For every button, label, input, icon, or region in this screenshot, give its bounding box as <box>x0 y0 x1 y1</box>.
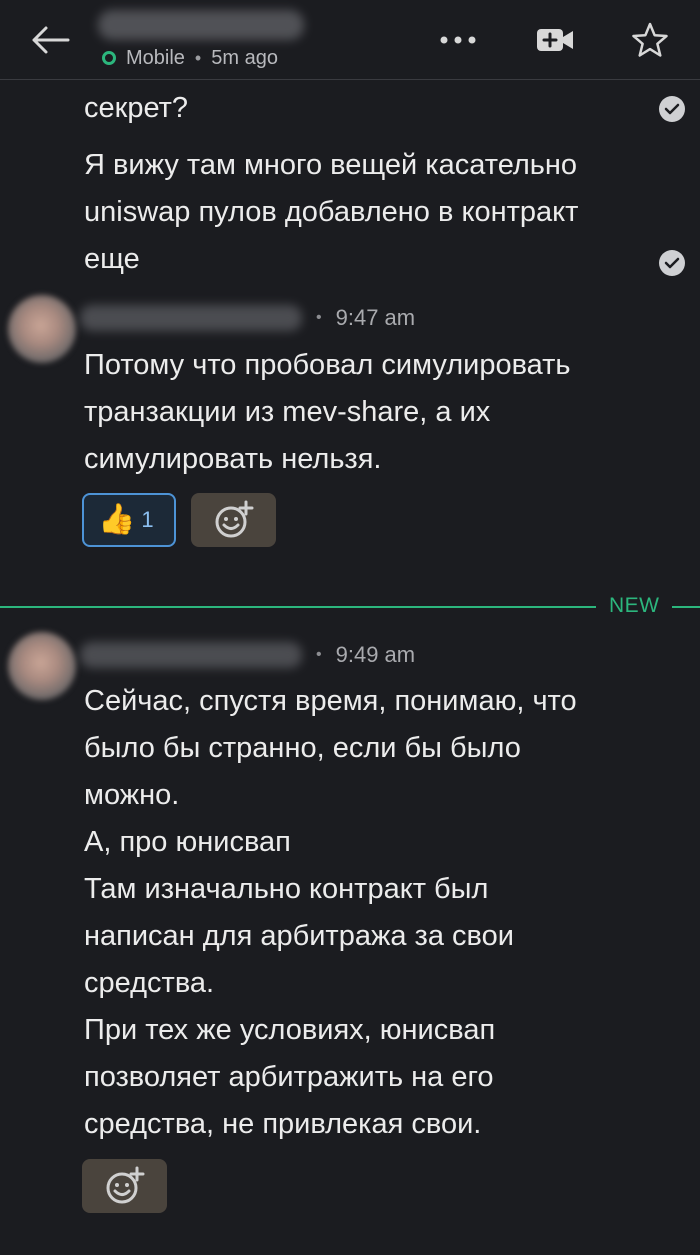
back-button[interactable] <box>28 20 72 60</box>
message-text: секрет? <box>84 92 189 124</box>
message-text-block: Потому что пробовал симулировать транзак… <box>84 342 571 483</box>
online-status-icon <box>102 51 116 65</box>
separator-dot: • <box>194 47 202 68</box>
back-arrow-icon <box>32 26 70 54</box>
message-line: А, про юнисвап <box>84 826 291 858</box>
message-line: написан для арбитража за свои <box>84 920 514 952</box>
message-line: средства, не привлекая свои. <box>84 1108 482 1140</box>
message-line: симулировать нельзя. <box>84 443 382 475</box>
reaction-chip-thumbs-up[interactable]: 👍 1 <box>82 493 176 547</box>
message-line: При тех же условиях, юнисвап <box>84 1014 496 1046</box>
status-label: Mobile <box>126 46 185 69</box>
sender-name-redacted[interactable] <box>80 642 302 668</box>
avatar[interactable] <box>8 632 76 700</box>
message-line: можно. <box>84 779 180 811</box>
add-reaction-icon <box>215 500 253 538</box>
new-messages-divider-end <box>672 606 700 608</box>
message-line: Потому что пробовал симулировать <box>84 349 571 381</box>
add-reaction-button[interactable] <box>191 493 276 547</box>
new-messages-label: NEW <box>609 594 660 617</box>
new-messages-divider <box>0 606 596 608</box>
message-timestamp: • 9:47 am <box>316 305 415 331</box>
message-text-block: Сейчас, спустя время, понимаю, что было … <box>84 678 577 1148</box>
star-icon <box>632 22 668 57</box>
timestamp-label: 9:49 am <box>335 642 416 667</box>
presence-info: Mobile • 5m ago <box>102 44 278 72</box>
message-line: Сейчас, спустя время, понимаю, что <box>84 685 577 717</box>
separator-dot: • <box>316 646 322 663</box>
read-check-icon <box>659 250 685 276</box>
message-timestamp: • 9:49 am <box>316 642 415 668</box>
message-line: средства. <box>84 967 215 999</box>
thumbs-up-emoji: 👍 <box>98 503 136 536</box>
message-line: транзакции из mev-share, а их <box>84 396 491 428</box>
message-line: было бы странно, если бы было <box>84 732 521 764</box>
more-options-icon <box>440 36 476 44</box>
contact-name-redacted[interactable] <box>98 10 304 40</box>
message-line: Там изначально контракт был <box>84 873 489 905</box>
message-line: uniswap пулов добавлено в контракт <box>84 196 579 228</box>
message-line: позволяет арбитражить на его <box>84 1061 494 1093</box>
star-button[interactable] <box>628 18 672 62</box>
read-check-icon <box>659 96 685 122</box>
avatar[interactable] <box>8 295 76 363</box>
message-text-block: Я вижу там много вещей касательно uniswa… <box>84 142 578 283</box>
message-header: • 9:47 am <box>80 298 415 338</box>
message-line: Я вижу там много вещей касательно <box>84 149 578 181</box>
more-options-button[interactable] <box>436 18 480 62</box>
last-active-label: 5m ago <box>211 46 278 69</box>
timestamp-label: 9:47 am <box>335 305 416 330</box>
sender-name-redacted[interactable] <box>80 305 302 331</box>
add-reaction-button[interactable] <box>82 1159 167 1213</box>
video-call-button[interactable] <box>533 18 577 62</box>
separator-dot: • <box>316 309 322 326</box>
chat-header: Mobile • 5m ago <box>0 0 700 80</box>
video-call-icon <box>537 29 573 51</box>
message-line: еще <box>84 243 140 275</box>
message-header: • 9:49 am <box>80 635 415 675</box>
add-reaction-icon <box>106 1166 144 1204</box>
reaction-count: 1 <box>141 507 154 532</box>
